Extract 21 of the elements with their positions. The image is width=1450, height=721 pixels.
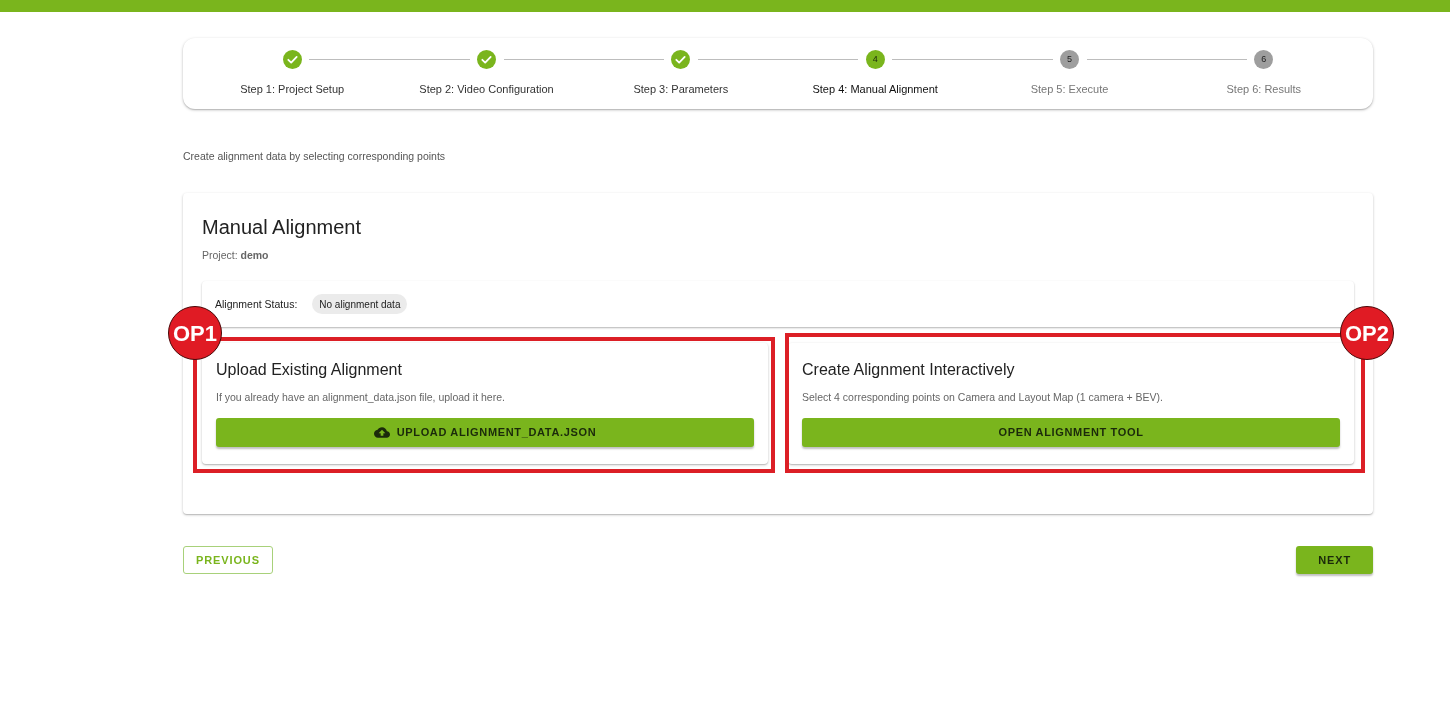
next-button[interactable]: NEXT xyxy=(1296,546,1373,574)
step-number: 6 xyxy=(1254,50,1274,69)
step-number: 5 xyxy=(1060,50,1079,69)
option-title: Upload Existing Alignment xyxy=(216,360,403,379)
option-title: Create Alignment Interactively xyxy=(802,360,1016,379)
step-label: Step 2: Video Configuration xyxy=(419,83,554,96)
step-label: Step 1: Project Setup xyxy=(240,83,345,96)
option-description: Select 4 corresponding points on Camera and Layout Map (1 camera + BEV). xyxy=(802,391,1164,404)
step-label: Step 4: Manual Alignment xyxy=(812,83,938,96)
step-label: Step 5: Execute xyxy=(1030,83,1109,96)
open-tool-button[interactable]: OPEN ALIGNMENT TOOL xyxy=(802,418,1340,447)
option-description: If you already have an alignment_data.json file, upload it here. xyxy=(216,391,506,404)
step-label: Step 3: Parameters xyxy=(633,83,729,96)
callout-label: OP2 xyxy=(1340,306,1394,360)
panel-title: Manual Alignment xyxy=(202,215,362,239)
step-label: Step 6: Results xyxy=(1226,83,1302,96)
page-subtitle: Create alignment data by selecting corresponding points xyxy=(183,150,447,162)
step-number: 4 xyxy=(865,50,885,69)
project-name: Project: demo xyxy=(202,249,270,262)
status-chip: No alignment data xyxy=(312,294,408,314)
upload-button[interactable]: UPLOAD ALIGNMENT_DATA.JSON xyxy=(216,418,754,447)
